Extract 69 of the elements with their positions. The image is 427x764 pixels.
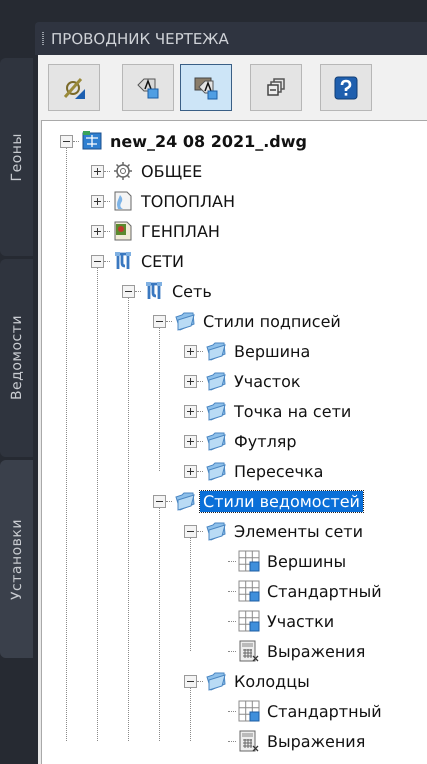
help-icon bbox=[333, 74, 359, 100]
folder-icon bbox=[205, 370, 227, 392]
tree-item[interactable]: Участки bbox=[264, 610, 338, 632]
tree-item[interactable]: Вершина bbox=[231, 340, 314, 362]
tree-item[interactable]: СЕТИ bbox=[138, 250, 188, 272]
toolbar-button[interactable] bbox=[250, 64, 302, 111]
tree-item[interactable]: Стили ведомостей bbox=[200, 490, 363, 512]
collapse-toggle[interactable] bbox=[60, 134, 73, 148]
side-tab[interactable]: Ведомости bbox=[0, 259, 33, 457]
table-icon bbox=[238, 610, 260, 632]
table-icon bbox=[238, 700, 260, 722]
folder-icon bbox=[205, 430, 227, 452]
tree-item[interactable]: new_24 08 2021_.dwg bbox=[107, 130, 310, 152]
toolbar-button[interactable] bbox=[48, 64, 100, 111]
tree-item[interactable]: Точка на сети bbox=[231, 400, 354, 422]
collapse-toggle[interactable] bbox=[122, 284, 135, 298]
table-icon bbox=[238, 580, 260, 602]
tree-item[interactable]: Стандартный bbox=[264, 580, 385, 602]
map-sheet-icon bbox=[112, 190, 134, 212]
tree-item[interactable]: Стили подписей bbox=[200, 310, 344, 332]
site-plan-icon bbox=[112, 220, 134, 242]
panel-title: ПРОВОДНИК ЧЕРТЕЖА bbox=[51, 30, 229, 48]
tree-item[interactable]: Стандартный bbox=[264, 700, 385, 722]
folder-icon bbox=[174, 490, 196, 512]
collapse-toggle[interactable] bbox=[153, 314, 166, 328]
collapse-toggle[interactable] bbox=[91, 254, 104, 268]
folder-icon bbox=[205, 340, 227, 362]
pipes-icon bbox=[143, 280, 165, 302]
expand-toggle[interactable] bbox=[184, 464, 197, 478]
expand-toggle[interactable] bbox=[91, 164, 104, 178]
collapse-toggle[interactable] bbox=[184, 674, 197, 688]
toolbar-button[interactable] bbox=[320, 64, 372, 111]
tree-item[interactable]: ТОПОПЛАН bbox=[138, 190, 238, 212]
tree-item[interactable]: Участок bbox=[231, 370, 304, 392]
side-tab[interactable]: Установки bbox=[0, 460, 33, 658]
side-tab[interactable]: Геоны bbox=[0, 58, 33, 256]
tree-item[interactable]: ОБЩЕЕ bbox=[138, 160, 206, 182]
table-tag-icon bbox=[193, 74, 219, 100]
calculator-icon bbox=[238, 730, 260, 752]
grip-icon[interactable] bbox=[41, 32, 45, 46]
toolbar-button[interactable] bbox=[122, 64, 174, 111]
expand-toggle[interactable] bbox=[184, 434, 197, 448]
folder-icon bbox=[205, 670, 227, 692]
gear-icon bbox=[112, 160, 134, 182]
map-file-icon bbox=[81, 130, 103, 152]
tree-item[interactable]: Выражения bbox=[264, 640, 368, 662]
folder-icon bbox=[174, 310, 196, 332]
expand-toggle[interactable] bbox=[184, 374, 197, 388]
tree-item[interactable]: Элементы сети bbox=[231, 520, 366, 542]
folder-icon bbox=[205, 520, 227, 542]
pipes-icon bbox=[112, 250, 134, 272]
expand-toggle[interactable] bbox=[91, 194, 104, 208]
table-icon bbox=[238, 550, 260, 572]
folder-icon bbox=[205, 400, 227, 422]
tree-item[interactable]: Футляр bbox=[231, 430, 300, 452]
collapse-toggle[interactable] bbox=[153, 494, 166, 508]
collapse-toggle[interactable] bbox=[184, 524, 197, 538]
expand-toggle[interactable] bbox=[184, 344, 197, 358]
folder-icon bbox=[205, 460, 227, 482]
tree-item[interactable]: Сеть bbox=[169, 280, 215, 302]
tree-item[interactable]: ГЕНПЛАН bbox=[138, 220, 223, 242]
tree-item[interactable]: Колодцы bbox=[231, 670, 313, 692]
tree-item[interactable]: Вершины bbox=[264, 550, 350, 572]
tree-item[interactable]: Пересечка bbox=[231, 460, 326, 482]
calculator-icon bbox=[238, 640, 260, 662]
toolbar-button[interactable] bbox=[180, 64, 232, 111]
tree-item[interactable]: Выражения bbox=[264, 730, 368, 752]
expand-toggle[interactable] bbox=[184, 404, 197, 418]
expand-toggle[interactable] bbox=[91, 224, 104, 238]
